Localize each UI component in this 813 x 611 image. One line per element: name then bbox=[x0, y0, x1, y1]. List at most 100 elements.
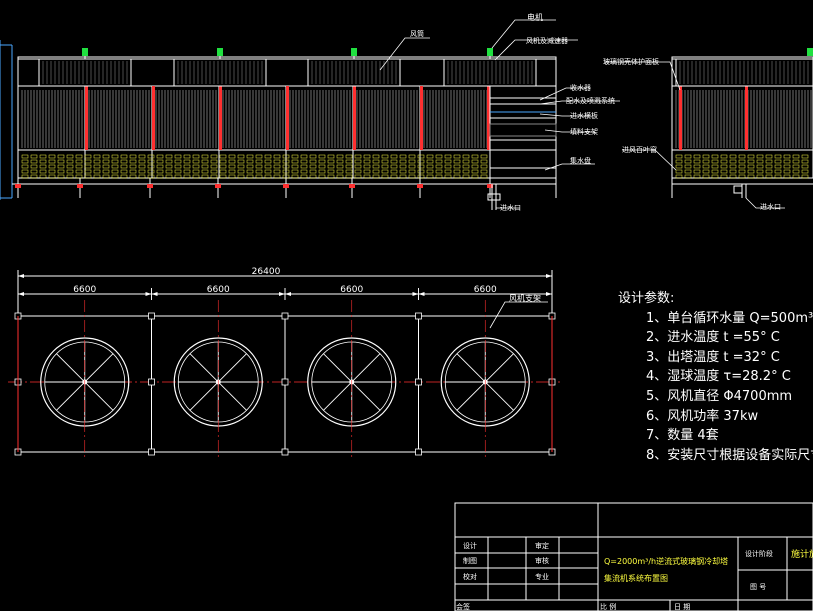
fill-cell bbox=[264, 159, 272, 164]
fill-cell bbox=[327, 159, 335, 164]
base-foot bbox=[147, 184, 153, 188]
tb-drawing-no: 图 号 bbox=[750, 583, 766, 591]
fill-cell bbox=[327, 154, 335, 159]
tb-title-line1: Q=2000m³/h逆流式玻璃钢冷却塔 bbox=[604, 556, 728, 566]
fill-cell bbox=[210, 159, 218, 164]
fill-cell bbox=[246, 164, 254, 169]
fill-cell bbox=[756, 164, 764, 169]
fill-cell bbox=[408, 154, 416, 159]
fill-cell bbox=[729, 154, 737, 159]
fill-cell bbox=[129, 164, 137, 169]
column-post bbox=[420, 86, 423, 150]
fill-cell bbox=[237, 164, 245, 169]
fill-cell bbox=[435, 169, 443, 174]
column-post bbox=[219, 86, 222, 150]
column-post bbox=[85, 86, 88, 150]
fill-cell bbox=[75, 159, 83, 164]
fill-cell bbox=[111, 164, 119, 169]
fill-cell bbox=[228, 159, 236, 164]
tb-date: 日 期 bbox=[674, 603, 690, 611]
fill-cell bbox=[39, 164, 47, 169]
fill-cell bbox=[747, 159, 755, 164]
fill-cell bbox=[444, 154, 452, 159]
fill-cell bbox=[765, 164, 773, 169]
fill-cell bbox=[93, 164, 101, 169]
fill-cell bbox=[372, 154, 380, 159]
fill-cell bbox=[408, 159, 416, 164]
fill-cell bbox=[480, 169, 488, 174]
fill-cell bbox=[399, 159, 407, 164]
base-foot bbox=[77, 184, 83, 188]
fill-cell bbox=[219, 169, 227, 174]
dim-arrow bbox=[145, 292, 152, 296]
fill-cell bbox=[48, 154, 56, 159]
fill-cell bbox=[120, 154, 128, 159]
fill-cell bbox=[93, 154, 101, 159]
fill-cell bbox=[327, 169, 335, 174]
fill-cell bbox=[300, 164, 308, 169]
fill-cell bbox=[318, 169, 326, 174]
fill-cell bbox=[156, 164, 164, 169]
fill-cell bbox=[255, 159, 263, 164]
fill-cell bbox=[345, 154, 353, 159]
fill-cell bbox=[201, 169, 209, 174]
fill-cell bbox=[747, 164, 755, 169]
fill-cell bbox=[39, 154, 47, 159]
fill-cell bbox=[237, 154, 245, 159]
dim-arrow bbox=[151, 292, 158, 296]
fan-drum bbox=[173, 58, 267, 87]
fill-cell bbox=[138, 154, 146, 159]
fill-cell bbox=[453, 159, 461, 164]
column-post bbox=[679, 86, 682, 150]
design-param-3: 3、出塔温度 t =32° C bbox=[646, 349, 780, 365]
column-marker bbox=[415, 378, 422, 386]
fill-cell bbox=[210, 154, 218, 159]
fill-cell bbox=[264, 169, 272, 174]
fill-cell bbox=[702, 154, 710, 159]
fill-cell bbox=[21, 154, 29, 159]
fill-cell bbox=[756, 159, 764, 164]
fill-cell bbox=[684, 159, 692, 164]
fill-cell bbox=[336, 164, 344, 169]
fill-cell bbox=[201, 159, 209, 164]
fill-cell bbox=[84, 154, 92, 159]
fill-cell bbox=[720, 164, 728, 169]
fill-cell bbox=[309, 159, 317, 164]
fill-cell bbox=[372, 164, 380, 169]
fill-cell bbox=[444, 164, 452, 169]
dim-arrow bbox=[546, 274, 552, 278]
fill-cell bbox=[426, 169, 434, 174]
fill-cell bbox=[390, 154, 398, 159]
fill-cell bbox=[774, 164, 782, 169]
fill-cell bbox=[102, 169, 110, 174]
fill-cell bbox=[165, 169, 173, 174]
fill-cell bbox=[471, 159, 479, 164]
fill-cell bbox=[408, 164, 416, 169]
fill-cell bbox=[84, 169, 92, 174]
fill-cell bbox=[39, 159, 47, 164]
fill-cell bbox=[66, 154, 74, 159]
fill-cell bbox=[201, 154, 209, 159]
side-leaders bbox=[605, 61, 785, 209]
fill-cell bbox=[255, 154, 263, 159]
fill-cell bbox=[219, 159, 227, 164]
fill-cell bbox=[390, 164, 398, 169]
fill-cell bbox=[675, 154, 683, 159]
fill-cell bbox=[84, 159, 92, 164]
fill-cell bbox=[720, 159, 728, 164]
fill-cell bbox=[318, 159, 326, 164]
tb-approve: 审定 bbox=[535, 541, 549, 550]
fill-cell bbox=[801, 159, 809, 164]
fill-cell bbox=[309, 164, 317, 169]
column-post bbox=[353, 86, 356, 150]
fill-cell bbox=[792, 159, 800, 164]
fill-cell bbox=[183, 169, 191, 174]
label-motor: 电机 bbox=[527, 12, 543, 22]
tb-review: 审核 bbox=[535, 556, 549, 565]
fill-cell bbox=[93, 169, 101, 174]
column-post bbox=[286, 86, 289, 150]
column-marker bbox=[148, 448, 155, 456]
fill-cell bbox=[129, 154, 137, 159]
fill-cell bbox=[165, 159, 173, 164]
fill-cell bbox=[801, 154, 809, 159]
